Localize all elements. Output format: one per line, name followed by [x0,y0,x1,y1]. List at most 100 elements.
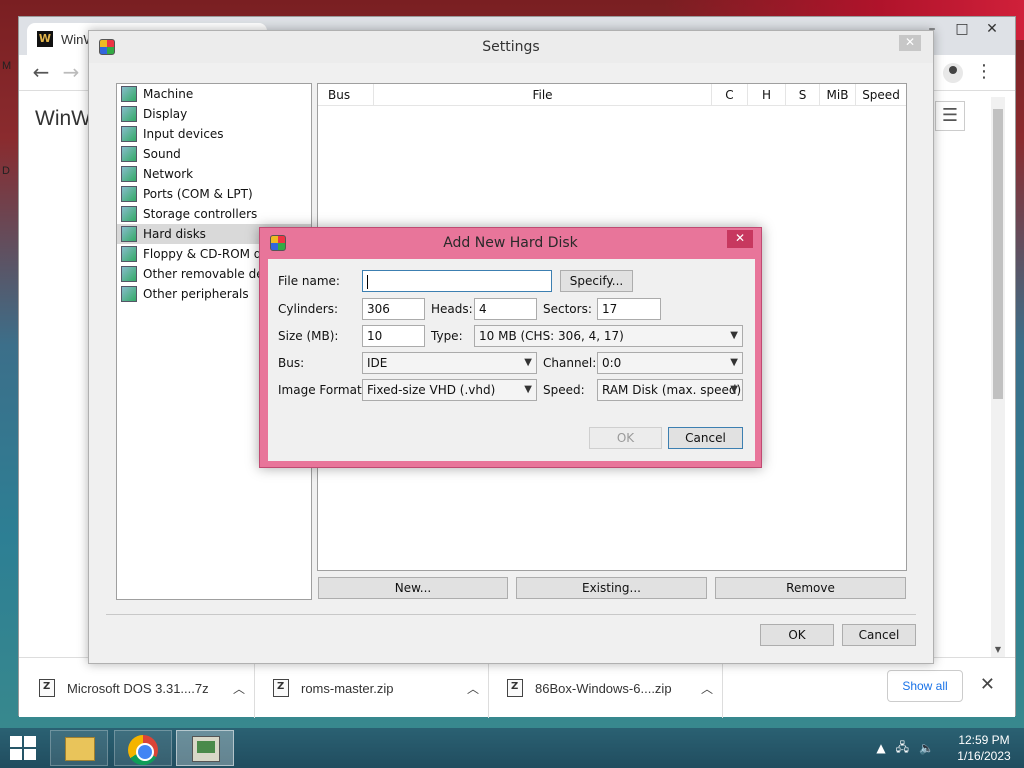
more-menu-icon[interactable]: ⋮ [975,61,993,83]
maximize-icon[interactable]: □ [947,17,977,43]
chevron-down-icon: ▼ [730,357,738,368]
archive-file-icon [273,679,289,697]
chevron-up-icon[interactable]: ︿ [701,680,713,697]
peripherals-icon [121,286,137,302]
settings-cancel-button[interactable]: Cancel [842,624,916,646]
close-icon[interactable]: ✕ [727,230,753,248]
add-disk-cancel-button[interactable]: Cancel [668,427,743,449]
category-label: Other peripherals [143,287,249,301]
download-filename: roms-master.zip [301,680,394,696]
chevron-down-icon: ▼ [524,384,532,395]
file-name-input[interactable] [362,270,552,292]
hamburger-menu-icon[interactable]: ☰ [935,101,965,131]
add-disk-ok-button[interactable]: OK [589,427,662,449]
clock-time: 12:59 PM [958,733,1010,747]
bus-select[interactable]: IDE ▼ [362,352,537,374]
bus-selected-value: IDE [367,356,388,370]
category-label: Hard disks [143,227,206,241]
speed-label: Speed: [543,383,585,397]
desktop-icon-label-fragment: D [2,165,10,177]
column-header-cylinders[interactable]: C [712,84,748,105]
network-icon[interactable]: 🖧 [896,738,909,759]
sound-icon [121,146,137,162]
close-icon[interactable]: ✕ [977,17,1007,43]
chevron-down-icon: ▼ [524,357,532,368]
download-filename: 86Box-Windows-6....zip [535,680,672,696]
cylinders-input[interactable]: 306 [362,298,425,320]
display-icon [121,106,137,122]
account-icon[interactable] [943,63,963,83]
clock-date: 1/16/2023 [957,749,1011,763]
column-header-speed[interactable]: Speed [856,84,906,105]
clock[interactable]: 12:59 PM 1/16/2023 [944,732,1024,764]
type-label: Type: [431,329,463,343]
divider [106,614,916,615]
settings-title: Settings [482,39,540,55]
show-all-button[interactable]: Show all [887,670,963,702]
removable-devices-icon [121,266,137,282]
forward-arrow-icon[interactable]: → [59,61,83,85]
column-header-sectors[interactable]: S [786,84,820,105]
column-header-heads[interactable]: H [748,84,786,105]
storage-controllers-icon [121,206,137,222]
desktop-icon-label-fragment: M [2,60,12,72]
chevron-up-icon[interactable]: ︿ [233,680,245,697]
sectors-input[interactable]: 17 [597,298,661,320]
category-label: Ports (COM & LPT) [143,187,253,201]
category-item-network[interactable]: Network [117,164,311,184]
close-icon[interactable]: ✕ [899,35,921,51]
remove-disk-button[interactable]: Remove [715,577,906,599]
column-header-bus[interactable]: Bus [318,84,374,105]
network-icon [121,166,137,182]
page-scrollbar[interactable]: ▼ [991,97,1005,657]
category-item-ports[interactable]: Ports (COM & LPT) [117,184,311,204]
scroll-down-arrow-icon[interactable]: ▼ [991,645,1005,657]
category-item-input-devices[interactable]: Input devices [117,124,311,144]
category-item-machine[interactable]: Machine [117,84,311,104]
new-disk-button[interactable]: New... [318,577,508,599]
download-filename: Microsoft DOS 3.31....7z [67,680,209,696]
show-hidden-icons-icon[interactable]: ▲ [876,741,885,755]
column-header-mib[interactable]: MiB [820,84,856,105]
ports-icon [121,186,137,202]
windows-start-icon[interactable] [10,736,38,760]
category-item-display[interactable]: Display [117,104,311,124]
dialog-title: Add New Hard Disk [443,235,578,251]
dialog-body: File name: Specify... Cylinders: 306 Hea… [268,259,755,461]
taskbar-chrome[interactable] [114,730,172,766]
sectors-label: Sectors: [543,302,592,316]
category-label: Sound [143,147,181,161]
image-format-select[interactable]: Fixed-size VHD (.vhd) ▼ [362,379,537,401]
download-item[interactable]: roms-master.zip ︿ [255,658,489,718]
chevron-up-icon[interactable]: ︿ [467,680,479,697]
category-item-storage-controllers[interactable]: Storage controllers [117,204,311,224]
cylinders-label: Cylinders: [278,302,338,316]
bus-label: Bus: [278,356,305,370]
image-format-label: Image Format: [278,383,366,397]
back-arrow-icon[interactable]: ← [29,61,53,85]
archive-file-icon [507,679,523,697]
type-select[interactable]: 10 MB (CHS: 306, 4, 17) ▼ [474,325,743,347]
taskbar-file-explorer[interactable] [50,730,108,766]
volume-icon[interactable]: 🔈 [919,741,934,755]
channel-select[interactable]: 0:0 ▼ [597,352,743,374]
input-devices-icon [121,126,137,142]
speed-select[interactable]: RAM Disk (max. speed) ▼ [597,379,743,401]
category-label: Display [143,107,188,121]
download-item[interactable]: Microsoft DOS 3.31....7z ︿ [19,658,255,718]
settings-ok-button[interactable]: OK [760,624,834,646]
settings-titlebar[interactable]: Settings ✕ [89,31,933,63]
category-label: Network [143,167,194,181]
close-shelf-icon[interactable]: ✕ [980,674,995,695]
specify-button[interactable]: Specify... [560,270,633,292]
existing-disk-button[interactable]: Existing... [516,577,707,599]
column-header-file[interactable]: File [374,84,712,105]
download-item[interactable]: 86Box-Windows-6....zip ︿ [489,658,723,718]
size-input[interactable]: 10 [362,325,425,347]
taskbar-86box[interactable] [176,730,234,766]
download-shelf: Microsoft DOS 3.31....7z ︿ roms-master.z… [19,657,1015,718]
scrollbar-thumb[interactable] [993,109,1003,399]
category-item-sound[interactable]: Sound [117,144,311,164]
chevron-down-icon: ▼ [730,330,738,341]
heads-input[interactable]: 4 [474,298,537,320]
